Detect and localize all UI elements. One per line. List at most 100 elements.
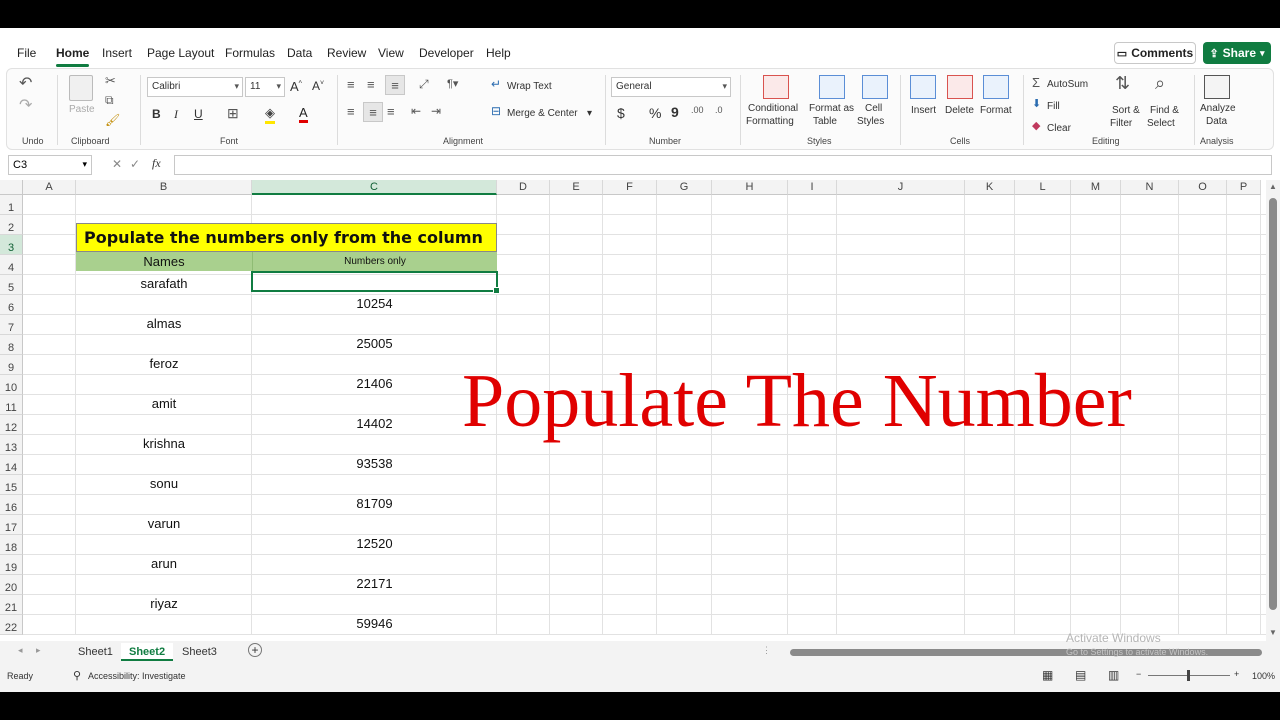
zoom-slider-handle[interactable] [1187,670,1190,681]
format-as-table-button[interactable]: Format as [809,103,854,114]
scroll-down-icon[interactable]: ▼ [1269,628,1277,637]
column-header-k[interactable]: K [965,180,1015,195]
name-cell[interactable]: feroz [76,356,252,371]
align-right-icon[interactable]: ≡ [387,104,395,119]
sheet-tab-sheet3[interactable]: Sheet3 [174,643,225,661]
row-header-12[interactable]: 12 [0,415,23,435]
share-button[interactable]: ⇪ Share ▾ [1203,42,1271,64]
numbers-header-cell[interactable]: Numbers only [252,252,497,271]
sheet-tab-sheet1[interactable]: Sheet1 [70,643,121,661]
align-bottom-icon[interactable]: ≡ [385,75,405,95]
row-header-2[interactable]: 2 [0,215,23,235]
row-header-10[interactable]: 10 [0,375,23,395]
ellipsis-icon[interactable]: ⋮ [762,645,771,656]
font-size-select[interactable]: 11 ▾ [245,77,285,97]
fill-icon[interactable]: ⬇ [1032,97,1041,110]
delete-cells-icon[interactable] [947,75,973,99]
paragraph-icon[interactable]: ¶▾ [447,77,458,90]
number-cell[interactable]: 59946 [252,616,497,631]
scroll-thumb[interactable] [1269,198,1277,610]
column-header-n[interactable]: N [1121,180,1179,195]
accessibility-status[interactable]: Accessibility: Investigate [88,671,186,681]
tab-view[interactable]: View [378,46,404,60]
column-header-j[interactable]: J [837,180,965,195]
borders-icon[interactable]: ⊞ [227,105,239,122]
zoom-in-icon[interactable]: + [1234,669,1239,679]
name-cell[interactable]: sonu [76,476,252,491]
row-header-6[interactable]: 6 [0,295,23,315]
row-header-20[interactable]: 20 [0,575,23,595]
align-center-icon[interactable]: ≡ [363,102,383,122]
row-header-14[interactable]: 14 [0,455,23,475]
column-header-c[interactable]: C [252,180,497,195]
tab-page-layout[interactable]: Page Layout [147,46,214,60]
row-header-22[interactable]: 22 [0,615,23,635]
tab-insert[interactable]: Insert [102,46,132,60]
column-header-d[interactable]: D [497,180,550,195]
increase-decimal-icon[interactable]: .00 [691,105,704,115]
orientation-icon[interactable]: ⤢ [419,77,429,92]
decrease-indent-icon[interactable]: ⇤ [411,104,421,118]
number-cell[interactable]: 12520 [252,536,497,551]
underline-button[interactable]: U [194,107,203,121]
copy-icon[interactable]: ⧉ [105,93,114,108]
column-header-f[interactable]: F [603,180,657,195]
column-header-m[interactable]: M [1071,180,1121,195]
delete-cells-button[interactable]: Delete [945,105,974,116]
increase-indent-icon[interactable]: ⇥ [431,104,441,118]
column-header-h[interactable]: H [712,180,788,195]
cut-icon[interactable]: ✂ [105,73,116,89]
name-cell[interactable]: almas [76,316,252,331]
name-cell[interactable]: amit [76,396,252,411]
number-cell[interactable]: 14402 [252,416,497,431]
name-cell[interactable]: arun [76,556,252,571]
tab-review[interactable]: Review [327,46,366,60]
row-header-4[interactable]: 4 [0,255,23,275]
chevron-down-icon[interactable]: ▾ [587,108,592,119]
format-as-table-icon[interactable] [819,75,845,99]
find-select-button[interactable]: Find & [1150,105,1179,116]
row-header-3[interactable]: 3 [0,235,23,255]
format-painter-icon[interactable]: 🖌 [105,113,120,127]
row-header-8[interactable]: 8 [0,335,23,355]
fill-color-icon[interactable]: ◈ [265,105,275,124]
confirm-icon[interactable]: ✓ [130,157,140,171]
comma-button[interactable]: 9 [671,104,679,120]
page-layout-icon[interactable]: ▤ [1075,668,1086,682]
row-header-9[interactable]: 9 [0,355,23,375]
sort-filter-button[interactable]: Sort & [1112,105,1140,116]
comments-button[interactable]: ▭ Comments [1114,42,1196,64]
column-header-p[interactable]: P [1227,180,1261,195]
zoom-out-icon[interactable]: − [1136,669,1141,679]
sheet-tab-sheet2[interactable]: Sheet2 [121,643,174,661]
shrink-font-button[interactable]: A˅ [312,79,324,93]
column-header-e[interactable]: E [550,180,603,195]
decrease-decimal-icon[interactable]: .0 [715,105,723,115]
insert-cells-icon[interactable] [910,75,936,99]
zoom-level[interactable]: 100% [1252,671,1275,681]
number-format-select[interactable]: General ▾ [611,77,731,97]
tab-file[interactable]: File [17,46,36,60]
name-cell[interactable]: krishna [76,436,252,451]
number-cell[interactable]: 25005 [252,336,497,351]
scroll-up-icon[interactable]: ▲ [1269,182,1277,191]
grow-font-button[interactable]: A^ [290,79,302,94]
formula-input[interactable] [174,155,1272,175]
tab-formulas[interactable]: Formulas [225,46,275,60]
undo-icon[interactable]: ↶ [19,73,32,93]
merge-center-icon[interactable]: ⊟ [491,104,501,118]
analyze-data-icon[interactable] [1204,75,1230,99]
merge-center-button[interactable]: Merge & Center [507,108,578,119]
tab-developer[interactable]: Developer [419,46,474,60]
align-top-icon[interactable]: ≡ [347,77,355,92]
clear-button[interactable]: Clear [1047,123,1071,134]
wrap-text-icon[interactable]: ↵ [491,77,501,91]
page-break-icon[interactable]: ▥ [1108,668,1119,682]
cell-styles-icon[interactable] [862,75,888,99]
row-header-19[interactable]: 19 [0,555,23,575]
eraser-icon[interactable]: ◆ [1032,119,1040,132]
sort-filter-icon[interactable]: ⇅ [1115,73,1130,94]
row-header-11[interactable]: 11 [0,395,23,415]
format-cells-icon[interactable] [983,75,1009,99]
row-header-5[interactable]: 5 [0,275,23,295]
